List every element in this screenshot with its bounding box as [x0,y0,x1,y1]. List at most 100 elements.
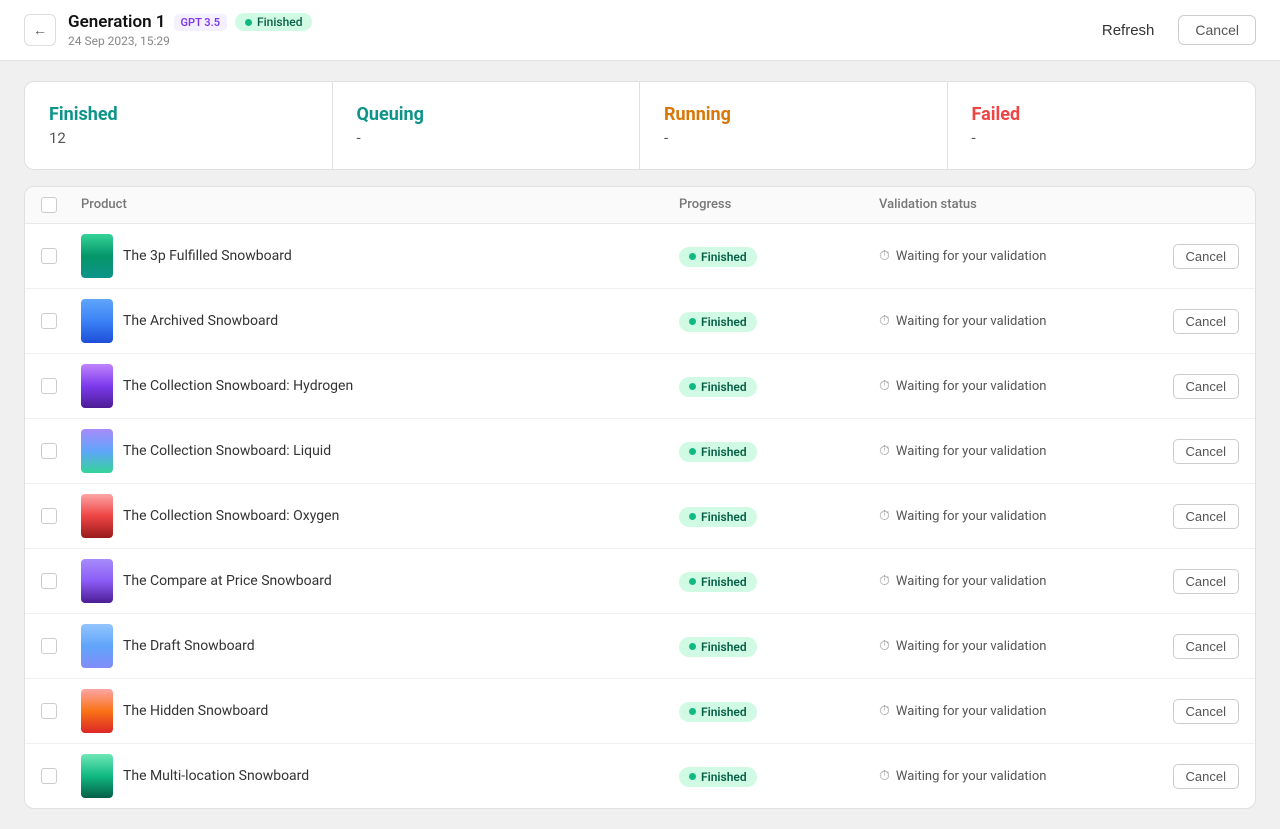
table-row: The Archived Snowboard Finished ⏱ Waitin… [25,289,1255,354]
validation-cell: ⏱ Waiting for your validation [879,508,1139,524]
stat-failed-label: Failed [972,104,1232,125]
row-checkbox-cell [41,443,81,459]
progress-cell: Finished [679,505,879,527]
product-name: The Multi-location Snowboard [123,768,309,784]
progress-cell: Finished [679,700,879,722]
validation-status: Waiting for your validation [896,444,1047,459]
product-name: The Hidden Snowboard [123,703,268,719]
table-row: The Draft Snowboard Finished ⏱ Waiting f… [25,614,1255,679]
clock-icon: ⏱ [879,638,890,654]
action-col-header [1139,197,1239,213]
row-checkbox[interactable] [41,508,57,524]
cancel-row-button[interactable]: Cancel [1173,634,1239,659]
validation-cell: ⏱ Waiting for your validation [879,573,1139,589]
stat-finished: Finished 12 [25,82,333,169]
header-right: Refresh Cancel [1088,15,1256,45]
cancel-row-button[interactable]: Cancel [1173,374,1239,399]
validation-status: Waiting for your validation [896,704,1047,719]
row-checkbox[interactable] [41,248,57,264]
status-badge: Finished [235,13,312,31]
product-cell: The Collection Snowboard: Liquid [81,429,679,473]
row-checkbox[interactable] [41,768,57,784]
stat-finished-value: 12 [49,129,308,147]
validation-cell: ⏱ Waiting for your validation [879,313,1139,329]
cancel-cell: Cancel [1139,569,1239,594]
row-checkbox[interactable] [41,313,57,329]
product-cell: The Collection Snowboard: Oxygen [81,494,679,538]
table-header: Product Progress Validation status [25,187,1255,224]
row-checkbox[interactable] [41,573,57,589]
product-thumbnail [81,299,113,343]
back-button[interactable]: ← [24,14,56,46]
table-body: The 3p Fulfilled Snowboard Finished ⏱ Wa… [25,224,1255,808]
stat-failed-value: - [972,129,1232,147]
header-date: 24 Sep 2023, 15:29 [68,34,312,48]
cancel-row-button[interactable]: Cancel [1173,569,1239,594]
validation-cell: ⏱ Waiting for your validation [879,378,1139,394]
row-checkbox[interactable] [41,703,57,719]
product-name: The Collection Snowboard: Oxygen [123,508,339,524]
validation-col-header: Validation status [879,197,1139,213]
header-left: ← Generation 1 GPT 3.5 Finished 24 Sep 2… [24,12,312,48]
table-row: The Compare at Price Snowboard Finished … [25,549,1255,614]
clock-icon: ⏱ [879,248,890,264]
row-checkbox[interactable] [41,443,57,459]
progress-cell: Finished [679,375,879,397]
page-title: Generation 1 [68,12,166,32]
row-checkbox-cell [41,378,81,394]
header-title-row: Generation 1 GPT 3.5 Finished [68,12,312,32]
progress-cell: Finished [679,570,879,592]
cancel-cell: Cancel [1139,764,1239,789]
product-name: The Collection Snowboard: Hydrogen [123,378,353,394]
refresh-button[interactable]: Refresh [1088,16,1169,45]
clock-icon: ⏱ [879,313,890,329]
row-checkbox-cell [41,313,81,329]
cancel-row-button[interactable]: Cancel [1173,504,1239,529]
validation-status: Waiting for your validation [896,249,1047,264]
progress-cell: Finished [679,765,879,787]
validation-cell: ⏱ Waiting for your validation [879,768,1139,784]
validation-status: Waiting for your validation [896,379,1047,394]
product-name: The Compare at Price Snowboard [123,573,332,589]
cancel-row-button[interactable]: Cancel [1173,244,1239,269]
cancel-cell: Cancel [1139,634,1239,659]
app-container: ← Generation 1 GPT 3.5 Finished 24 Sep 2… [0,0,1280,829]
product-cell: The Compare at Price Snowboard [81,559,679,603]
clock-icon: ⏱ [879,703,890,719]
cancel-row-button[interactable]: Cancel [1173,764,1239,789]
product-thumbnail [81,689,113,733]
row-checkbox[interactable] [41,378,57,394]
cancel-row-button[interactable]: Cancel [1173,309,1239,334]
stat-queuing: Queuing - [333,82,641,169]
clock-icon: ⏱ [879,768,890,784]
table-row: The Multi-location Snowboard Finished ⏱ … [25,744,1255,808]
header-title-group: Generation 1 GPT 3.5 Finished 24 Sep 202… [68,12,312,48]
product-thumbnail [81,624,113,668]
product-name: The 3p Fulfilled Snowboard [123,248,292,264]
validation-cell: ⏱ Waiting for your validation [879,703,1139,719]
cancel-row-button[interactable]: Cancel [1173,439,1239,464]
stat-running: Running - [640,82,948,169]
clock-icon: ⏱ [879,508,890,524]
cancel-cell: Cancel [1139,504,1239,529]
cancel-cell: Cancel [1139,309,1239,334]
stat-finished-label: Finished [49,104,308,125]
cancel-header-button[interactable]: Cancel [1178,15,1256,45]
gpt-badge: GPT 3.5 [174,14,227,31]
validation-status: Waiting for your validation [896,769,1047,784]
product-cell: The Multi-location Snowboard [81,754,679,798]
product-thumbnail [81,754,113,798]
product-thumbnail [81,429,113,473]
select-all-checkbox[interactable] [41,197,57,213]
product-table: Product Progress Validation status The 3… [24,186,1256,809]
progress-cell: Finished [679,440,879,462]
stat-running-value: - [664,129,923,147]
product-col-header: Product [81,197,679,213]
progress-badge: Finished [679,377,757,397]
validation-status: Waiting for your validation [896,509,1047,524]
product-cell: The Draft Snowboard [81,624,679,668]
stat-running-label: Running [664,104,923,125]
progress-col-header: Progress [679,197,879,213]
row-checkbox[interactable] [41,638,57,654]
clock-icon: ⏱ [879,573,890,589]
